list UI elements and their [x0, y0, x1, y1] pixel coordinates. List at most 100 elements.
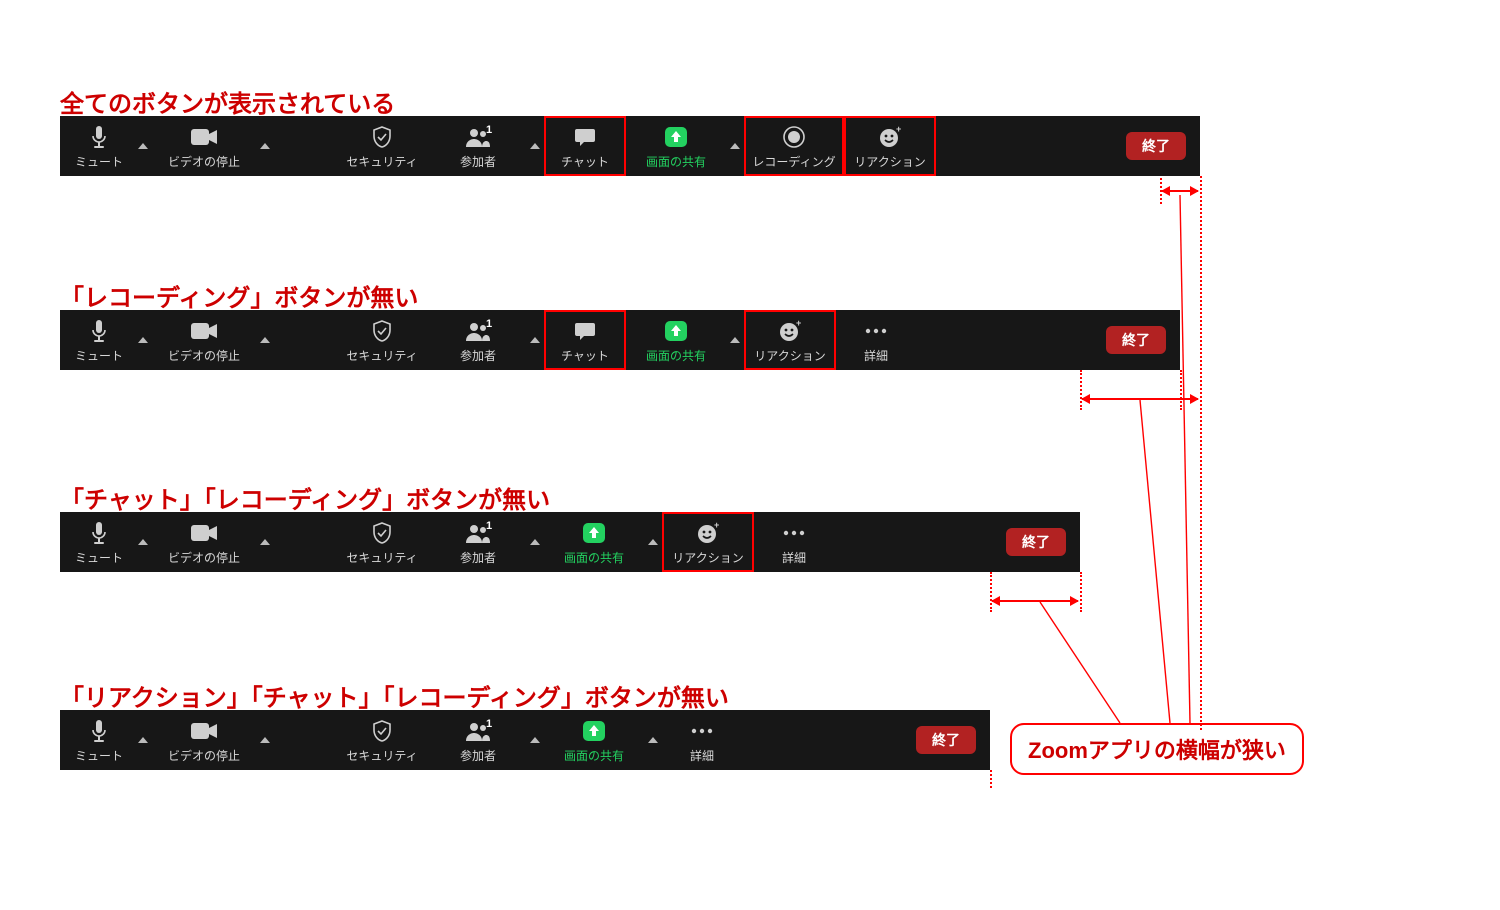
end-button[interactable]: 終了: [916, 726, 976, 754]
participants-caret[interactable]: [526, 310, 544, 370]
guide-line: [1180, 370, 1182, 410]
participants-caret[interactable]: [526, 512, 544, 572]
share-screen-button[interactable]: 画面の共有: [626, 310, 726, 370]
more-label: 詳細: [864, 346, 888, 364]
svg-text:+: +: [896, 126, 901, 134]
zoom-toolbar-no-chat-record: ミュート ビデオの停止 セキュリティ 1 参加者 画面の共有 + リアクション: [60, 512, 1080, 572]
share-screen-button[interactable]: 画面の共有: [626, 116, 726, 176]
more-label: 詳細: [690, 746, 714, 764]
zoom-toolbar-no-reaction-chat-record: ミュート ビデオの停止 セキュリティ 1 参加者 画面の共有 詳細 終了: [60, 710, 990, 770]
share-caret[interactable]: [726, 116, 744, 176]
mute-button[interactable]: ミュート: [64, 512, 134, 572]
video-caret[interactable]: [256, 512, 274, 572]
participants-caret[interactable]: [526, 710, 544, 770]
security-button[interactable]: セキュリティ: [334, 710, 430, 770]
width-arrow-1: [1162, 190, 1198, 192]
chat-icon: [574, 318, 596, 344]
end-button[interactable]: 終了: [1006, 528, 1066, 556]
video-caret[interactable]: [256, 116, 274, 176]
guide-line: [990, 770, 992, 788]
more-button[interactable]: 詳細: [754, 512, 834, 572]
width-arrow-2: [1082, 398, 1198, 400]
share-caret[interactable]: [726, 310, 744, 370]
camera-icon: [191, 318, 217, 344]
mute-caret[interactable]: [134, 116, 152, 176]
video-caret[interactable]: [256, 310, 274, 370]
chat-button[interactable]: チャット: [544, 310, 626, 370]
participants-button[interactable]: 1 参加者: [430, 310, 526, 370]
participants-count: 1: [486, 520, 492, 532]
participants-count: 1: [486, 124, 492, 136]
participants-count: 1: [486, 718, 492, 730]
share-screen-button[interactable]: 画面の共有: [544, 512, 644, 572]
participants-caret[interactable]: [526, 116, 544, 176]
svg-text:+: +: [714, 522, 719, 530]
more-icon: [690, 718, 714, 744]
security-button[interactable]: セキュリティ: [334, 116, 430, 176]
mute-button[interactable]: ミュート: [64, 710, 134, 770]
share-caret[interactable]: [644, 710, 662, 770]
width-arrow-3: [992, 600, 1078, 602]
caption-1: 全てのボタンが表示されている: [60, 84, 395, 119]
camera-icon: [191, 124, 217, 150]
share-caret[interactable]: [644, 512, 662, 572]
video-caret[interactable]: [256, 710, 274, 770]
mute-label: ミュート: [75, 548, 123, 566]
participants-button[interactable]: 1 参加者: [430, 116, 526, 176]
microphone-icon: [89, 318, 109, 344]
reaction-label: リアクション: [672, 548, 743, 566]
share-label: 画面の共有: [646, 346, 706, 364]
caption-4: 「リアクション」「チャット」「レコーディング」ボタンが無い: [60, 678, 729, 713]
video-stop-label: ビデオの停止: [168, 152, 240, 170]
mute-caret[interactable]: [134, 310, 152, 370]
guide-line: [1080, 370, 1082, 410]
record-label: レコーディング: [752, 152, 835, 170]
svg-text:+: +: [796, 320, 801, 328]
reaction-icon: +: [696, 520, 720, 546]
participants-label: 参加者: [460, 548, 496, 566]
mute-caret[interactable]: [134, 512, 152, 572]
mute-button[interactable]: ミュート: [64, 310, 134, 370]
share-screen-icon: [664, 318, 688, 344]
more-icon: [864, 318, 888, 344]
record-button[interactable]: レコーディング: [744, 116, 844, 176]
reaction-button[interactable]: + リアクション: [844, 116, 936, 176]
security-button[interactable]: セキュリティ: [334, 310, 430, 370]
guide-line: [1200, 176, 1202, 730]
security-label: セキュリティ: [346, 746, 417, 764]
participants-button[interactable]: 1 参加者: [430, 512, 526, 572]
reaction-button[interactable]: + リアクション: [662, 512, 754, 572]
share-screen-icon: [582, 718, 606, 744]
share-screen-button[interactable]: 画面の共有: [544, 710, 644, 770]
reaction-button[interactable]: + リアクション: [744, 310, 836, 370]
video-stop-button[interactable]: ビデオの停止: [152, 512, 256, 572]
shield-icon: [372, 318, 392, 344]
reaction-label: リアクション: [754, 346, 825, 364]
more-icon: [782, 520, 806, 546]
mute-button[interactable]: ミュート: [64, 116, 134, 176]
video-stop-button[interactable]: ビデオの停止: [152, 116, 256, 176]
shield-icon: [372, 124, 392, 150]
shield-icon: [372, 718, 392, 744]
more-button[interactable]: 詳細: [662, 710, 742, 770]
guide-line: [1080, 572, 1082, 612]
mute-label: ミュート: [75, 746, 123, 764]
security-button[interactable]: セキュリティ: [334, 512, 430, 572]
end-button[interactable]: 終了: [1106, 326, 1166, 354]
chat-button[interactable]: チャット: [544, 116, 626, 176]
share-screen-icon: [582, 520, 606, 546]
video-stop-button[interactable]: ビデオの停止: [152, 710, 256, 770]
end-button[interactable]: 終了: [1126, 132, 1186, 160]
share-label: 画面の共有: [646, 152, 706, 170]
mute-label: ミュート: [75, 152, 123, 170]
mute-caret[interactable]: [134, 710, 152, 770]
reaction-label: リアクション: [854, 152, 925, 170]
microphone-icon: [89, 124, 109, 150]
more-button[interactable]: 詳細: [836, 310, 916, 370]
reaction-icon: +: [878, 124, 902, 150]
video-stop-label: ビデオの停止: [168, 548, 240, 566]
video-stop-button[interactable]: ビデオの停止: [152, 310, 256, 370]
participants-count: 1: [486, 318, 492, 330]
security-label: セキュリティ: [346, 152, 417, 170]
participants-button[interactable]: 1 参加者: [430, 710, 526, 770]
